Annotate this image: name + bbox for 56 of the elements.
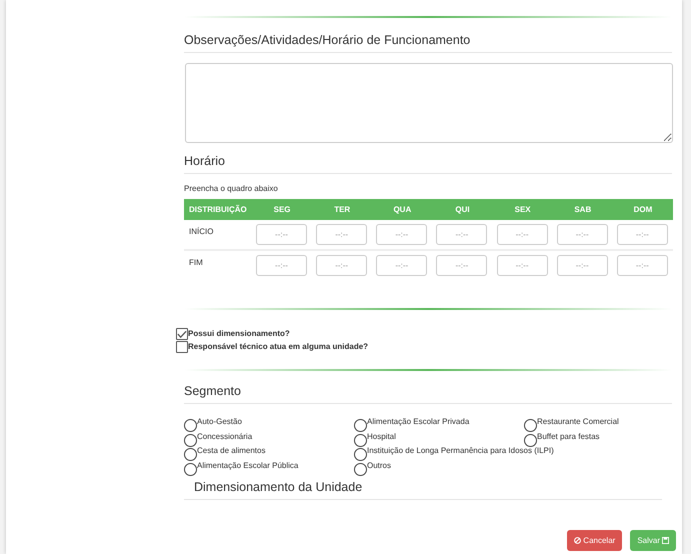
column-header: DISTRIBUIÇÃO [184,199,252,220]
radio-label: Outros [367,460,392,470]
radio-label: Cesta de alimentos [197,446,266,456]
radio-label: Restaurante Comercial [537,417,619,427]
time-field[interactable]: --:-- [316,224,368,245]
radio-label: Hospital [367,432,396,442]
column-header: DOM [612,199,673,220]
radio-button[interactable] [524,434,537,446]
time-field[interactable]: --:-- [616,255,668,276]
column-header: SEX [492,199,553,220]
radio-button[interactable] [184,419,197,432]
radio-button[interactable] [354,448,367,461]
column-header: SEG [252,199,312,220]
time-field[interactable]: --:-- [436,255,488,276]
section-heading: Horário [184,153,225,170]
radio-button[interactable] [354,434,367,446]
cancel-button[interactable]: Cancelar [567,530,622,551]
radio-label: Alimentação Escolar Privada [367,417,470,427]
column-header: QUI [432,199,493,220]
radio-button[interactable] [184,448,197,461]
row-label: FIM [184,250,252,280]
radio-label: Instituição de Longa Permanência para Idosos (ILPI) [367,446,554,456]
time-field[interactable]: --:-- [556,224,608,245]
checkbox-label: Possui dimensionamento? [188,328,290,340]
time-field[interactable]: --:-- [436,224,488,245]
radio-button[interactable] [184,462,197,476]
section-heading: Segmento [184,383,241,400]
checkbox-label: Responsável técnico atua em alguma unidade? [188,341,368,353]
save-button[interactable]: Salvar [630,530,676,551]
column-header: QUA [372,199,432,220]
checkbox[interactable] [176,328,188,340]
time-field[interactable]: --:-- [256,255,307,276]
radio-label: Buffet para festas [537,432,600,442]
time-field[interactable]: --:-- [496,255,548,276]
section-heading: Dimensionamento da Unidade [193,479,362,496]
radio-button[interactable] [184,434,197,446]
radio-label: Concessionária [197,432,252,442]
column-header: SAB [552,199,613,220]
time-field[interactable]: --:-- [256,224,307,245]
radio-label: Alimentação Escolar Pública [197,460,298,470]
radio-button[interactable] [354,462,367,476]
time-field[interactable]: --:-- [316,255,368,276]
time-field[interactable]: --:-- [616,224,668,245]
radio-label: Auto-Gestão [197,417,242,427]
radio-button[interactable] [354,419,367,432]
hint-text: Preencha o quadro abaixo [184,184,279,194]
time-field[interactable]: --:-- [496,224,548,245]
time-field[interactable]: --:-- [376,255,428,276]
cancel-icon [574,537,582,544]
column-header: TER [312,199,372,220]
section-heading: Observações/Atividades/Horário de Funcionamento [184,32,470,49]
time-field[interactable]: --:-- [556,255,608,276]
checkbox[interactable] [176,341,188,353]
time-field[interactable]: --:-- [376,224,428,245]
row-label: INÍCIO [184,220,252,250]
radio-button[interactable] [524,419,537,432]
